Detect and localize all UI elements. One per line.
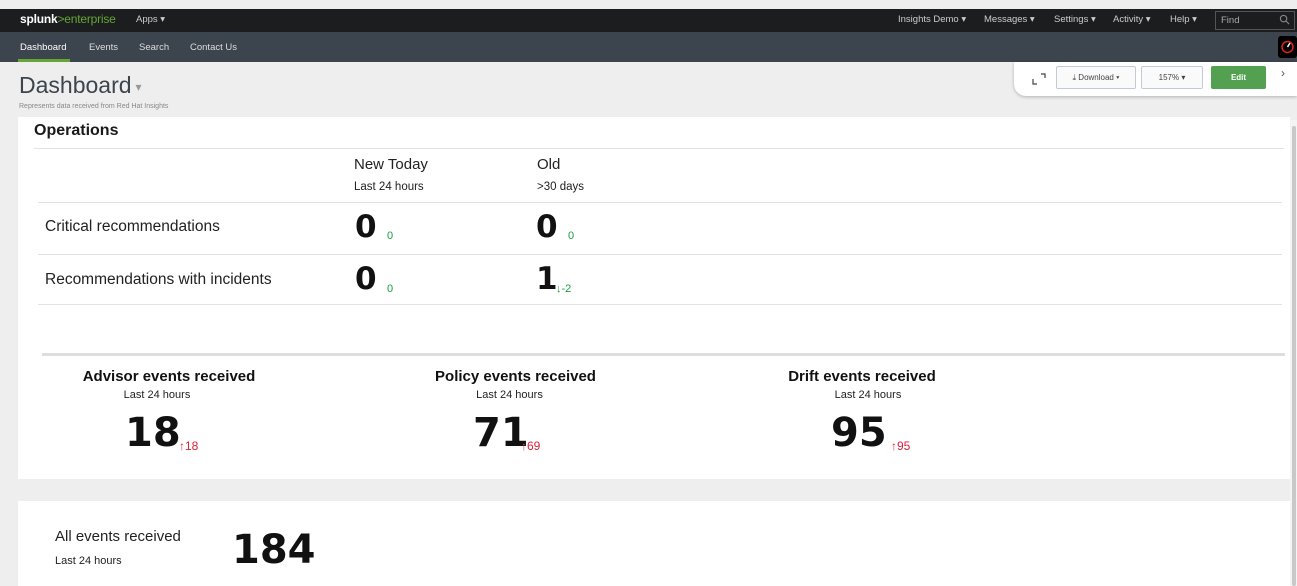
critical-old-value: 0	[536, 209, 558, 245]
all-events-panel	[18, 501, 1290, 586]
fullscreen-icon[interactable]	[1032, 73, 1046, 85]
splunk-logo[interactable]: splunk>enterprise	[20, 12, 116, 26]
chevron-right-icon[interactable]: ›	[1281, 66, 1297, 89]
search-icon[interactable]	[1279, 14, 1290, 25]
critical-old-delta: 0	[568, 230, 575, 242]
zoom-select[interactable]: 157% ▾	[1141, 66, 1203, 89]
divider	[34, 148, 1284, 149]
divider	[38, 254, 1282, 255]
apps-menu[interactable]: Apps ▾	[136, 14, 165, 25]
section-divider	[42, 353, 1285, 356]
tab-search[interactable]: Search	[139, 42, 169, 53]
app-icon[interactable]	[1278, 36, 1297, 58]
incidents-old-value: 1	[536, 261, 558, 297]
all-events-value: 184	[232, 527, 316, 573]
download-button[interactable]: ⤓ Download ▾	[1056, 66, 1136, 89]
critical-new-value: 0	[355, 209, 377, 245]
policy-events-delta: ↑69	[521, 439, 541, 453]
messages-menu[interactable]: Messages ▾	[984, 14, 1035, 25]
column-head-new-today: New Today	[354, 156, 428, 173]
app-logo-icon	[1281, 40, 1294, 54]
app-navbar: Dashboard Events Search Contact Us	[0, 32, 1297, 62]
drift-events-title: Drift events received	[788, 368, 936, 385]
help-menu[interactable]: Help ▾	[1170, 14, 1197, 25]
policy-events-sub: Last 24 hours	[476, 389, 543, 401]
page-title[interactable]: Dashboard ▾	[19, 72, 142, 99]
tab-events[interactable]: Events	[89, 42, 118, 53]
page-description: Represents data received from Red Hat In…	[19, 103, 169, 110]
tab-contact-us[interactable]: Contact Us	[190, 42, 237, 53]
top-navbar: splunk>enterprise Apps ▾ Insights Demo ▾…	[0, 9, 1297, 32]
divider	[38, 304, 1282, 305]
drift-events-sub: Last 24 hours	[834, 389, 902, 401]
column-sub-new-today: Last 24 hours	[354, 181, 424, 193]
row-label-incidents: Recommendations with incidents	[45, 271, 272, 288]
all-events-title: All events received	[55, 528, 181, 545]
settings-menu[interactable]: Settings ▾	[1054, 14, 1096, 25]
drift-events-value: 95	[831, 410, 887, 456]
row-label-critical: Critical recommendations	[45, 218, 220, 235]
policy-events-title: Policy events received	[435, 368, 596, 385]
incidents-new-delta: 0	[387, 283, 394, 295]
active-tab-indicator	[18, 59, 70, 62]
insights-demo-menu[interactable]: Insights Demo ▾	[898, 14, 966, 25]
column-sub-old: >30 days	[537, 181, 584, 193]
column-head-old: Old	[537, 156, 561, 173]
advisor-events-delta: ↑18	[179, 439, 199, 453]
find-placeholder: Find	[1221, 15, 1240, 26]
critical-new-delta: 0	[387, 230, 394, 242]
activity-menu[interactable]: Activity ▾	[1113, 14, 1151, 25]
advisor-events-sub: Last 24 hours	[123, 389, 191, 401]
find-input[interactable]: Find	[1215, 11, 1295, 30]
drift-events-delta: ↑95	[891, 439, 911, 453]
all-events-sub: Last 24 hours	[55, 555, 122, 567]
incidents-new-value: 0	[355, 261, 377, 297]
incidents-old-delta: ↓-2	[556, 283, 572, 295]
divider	[38, 202, 1282, 203]
operations-panel	[18, 117, 1290, 479]
advisor-events-title: Advisor events received	[82, 368, 256, 385]
advisor-events-value: 18	[125, 410, 181, 456]
edit-button[interactable]: Edit	[1211, 66, 1266, 89]
scrollbar-thumb[interactable]	[1292, 126, 1296, 586]
title-caret-icon[interactable]: ▾	[136, 80, 142, 94]
operations-title: Operations	[34, 122, 119, 139]
tab-dashboard[interactable]: Dashboard	[20, 42, 66, 53]
